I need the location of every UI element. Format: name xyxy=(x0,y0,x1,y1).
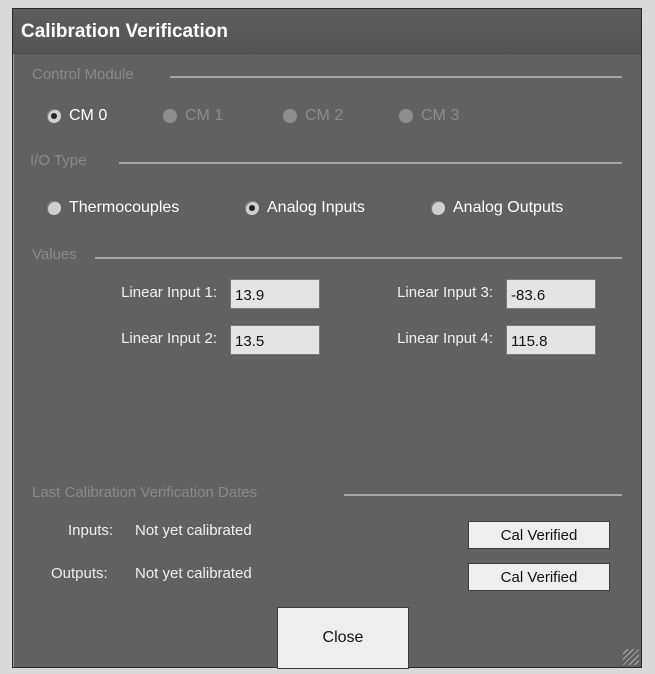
linear-input-3-label: Linear Input 3: xyxy=(397,284,493,301)
radio-cm-1[interactable]: CM 1 xyxy=(163,107,223,125)
values-label: Values xyxy=(32,246,77,263)
window-title: Calibration Verification xyxy=(21,21,228,42)
close-button[interactable]: Close xyxy=(277,607,409,669)
radio-analog-inputs[interactable]: Analog Inputs xyxy=(245,199,365,217)
radio-cm-1-label: CM 1 xyxy=(185,107,224,124)
radio-analog-outputs-label: Analog Outputs xyxy=(453,199,564,216)
resize-grip-icon[interactable] xyxy=(623,649,639,665)
radio-unchecked-icon xyxy=(431,201,445,215)
radio-analog-outputs[interactable]: Analog Outputs xyxy=(431,199,563,217)
radio-cm-2[interactable]: CM 2 xyxy=(283,107,343,125)
radio-cm-3-label: CM 3 xyxy=(421,107,460,124)
linear-input-1-field[interactable]: 13.9 xyxy=(230,279,320,309)
radio-unchecked-icon xyxy=(163,109,177,123)
io-type-label: I/O Type xyxy=(30,152,87,169)
linear-input-1-label: Linear Input 1: xyxy=(121,284,217,301)
radio-unchecked-icon xyxy=(399,109,413,123)
radio-cm-0[interactable]: CM 0 xyxy=(47,107,107,125)
outputs-cal-date: Not yet calibrated xyxy=(135,565,252,582)
linear-input-2-label: Linear Input 2: xyxy=(121,330,217,347)
linear-input-4-field[interactable]: 115.8 xyxy=(506,325,596,355)
radio-thermocouples-label: Thermocouples xyxy=(69,199,180,216)
io-type-divider xyxy=(119,162,622,164)
outputs-label: Outputs: xyxy=(51,565,108,582)
radio-checked-icon xyxy=(245,201,259,215)
control-module-label: Control Module xyxy=(32,66,134,83)
title-bar[interactable]: Calibration Verification xyxy=(13,9,641,54)
linear-input-2-field[interactable]: 13.5 xyxy=(230,325,320,355)
radio-unchecked-icon xyxy=(283,109,297,123)
last-cal-label: Last Calibration Verification Dates xyxy=(32,484,258,501)
outputs-cal-verified-button[interactable]: Cal Verified xyxy=(468,563,610,591)
radio-checked-icon xyxy=(47,109,61,123)
radio-cm-2-label: CM 2 xyxy=(305,107,344,124)
radio-cm-3[interactable]: CM 3 xyxy=(399,107,459,125)
inputs-cal-date: Not yet calibrated xyxy=(135,522,252,539)
linear-input-4-label: Linear Input 4: xyxy=(397,330,493,347)
values-divider xyxy=(95,257,622,259)
linear-input-3-field[interactable]: -83.6 xyxy=(506,279,596,309)
radio-analog-inputs-label: Analog Inputs xyxy=(267,199,365,216)
inputs-label: Inputs: xyxy=(68,522,114,539)
radio-thermocouples[interactable]: Thermocouples xyxy=(47,199,179,217)
control-module-divider xyxy=(170,76,622,78)
inputs-cal-verified-button[interactable]: Cal Verified xyxy=(468,521,610,549)
radio-cm-0-label: CM 0 xyxy=(69,107,108,124)
last-cal-divider xyxy=(344,494,622,496)
radio-unchecked-icon xyxy=(47,201,61,215)
calibration-verification-window: Calibration Verification Control Module … xyxy=(12,8,642,669)
